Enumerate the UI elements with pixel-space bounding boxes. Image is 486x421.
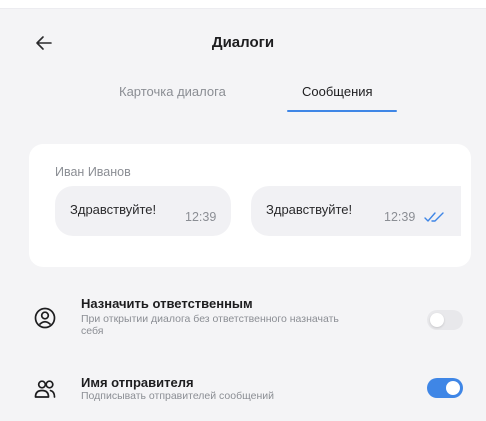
toggle-knob (430, 313, 444, 327)
top-border (0, 0, 486, 9)
message-bubble: Здравствуйте! 12:39 (55, 186, 231, 236)
sender-name-toggle[interactable] (427, 378, 463, 398)
tab-dialog-card[interactable]: Карточка диалога (119, 84, 226, 99)
sender-name: Иван Иванов (55, 165, 131, 179)
page-title: Диалоги (211, 34, 275, 51)
message-time: 12:39 (185, 210, 217, 224)
users-icon (34, 380, 56, 398)
setting-desc-assign: При открытии диалога без ответственного … (81, 313, 339, 337)
setting-title-sender: Имя отправителя (81, 375, 194, 390)
active-tab-indicator (287, 110, 397, 112)
toggle-knob (446, 381, 460, 395)
setting-desc-sender: Подписывать отправителей сообщений (81, 390, 275, 402)
tab-messages[interactable]: Сообщения (302, 84, 373, 99)
double-check-icon (424, 212, 444, 222)
message-time: 12:39 (384, 210, 416, 224)
message-text: Здравствуйте! (70, 202, 157, 217)
message-text: Здравствуйте! (266, 202, 353, 217)
setting-title-assign: Назначить ответственным (81, 296, 253, 311)
message-preview-card: Иван Иванов Здравствуйте! 12:39 Здравств… (29, 144, 471, 267)
user-circle-icon (34, 307, 56, 329)
message-bubble: Здравствуйте! 12:39 (251, 186, 461, 236)
assign-responsible-toggle[interactable] (427, 310, 463, 330)
